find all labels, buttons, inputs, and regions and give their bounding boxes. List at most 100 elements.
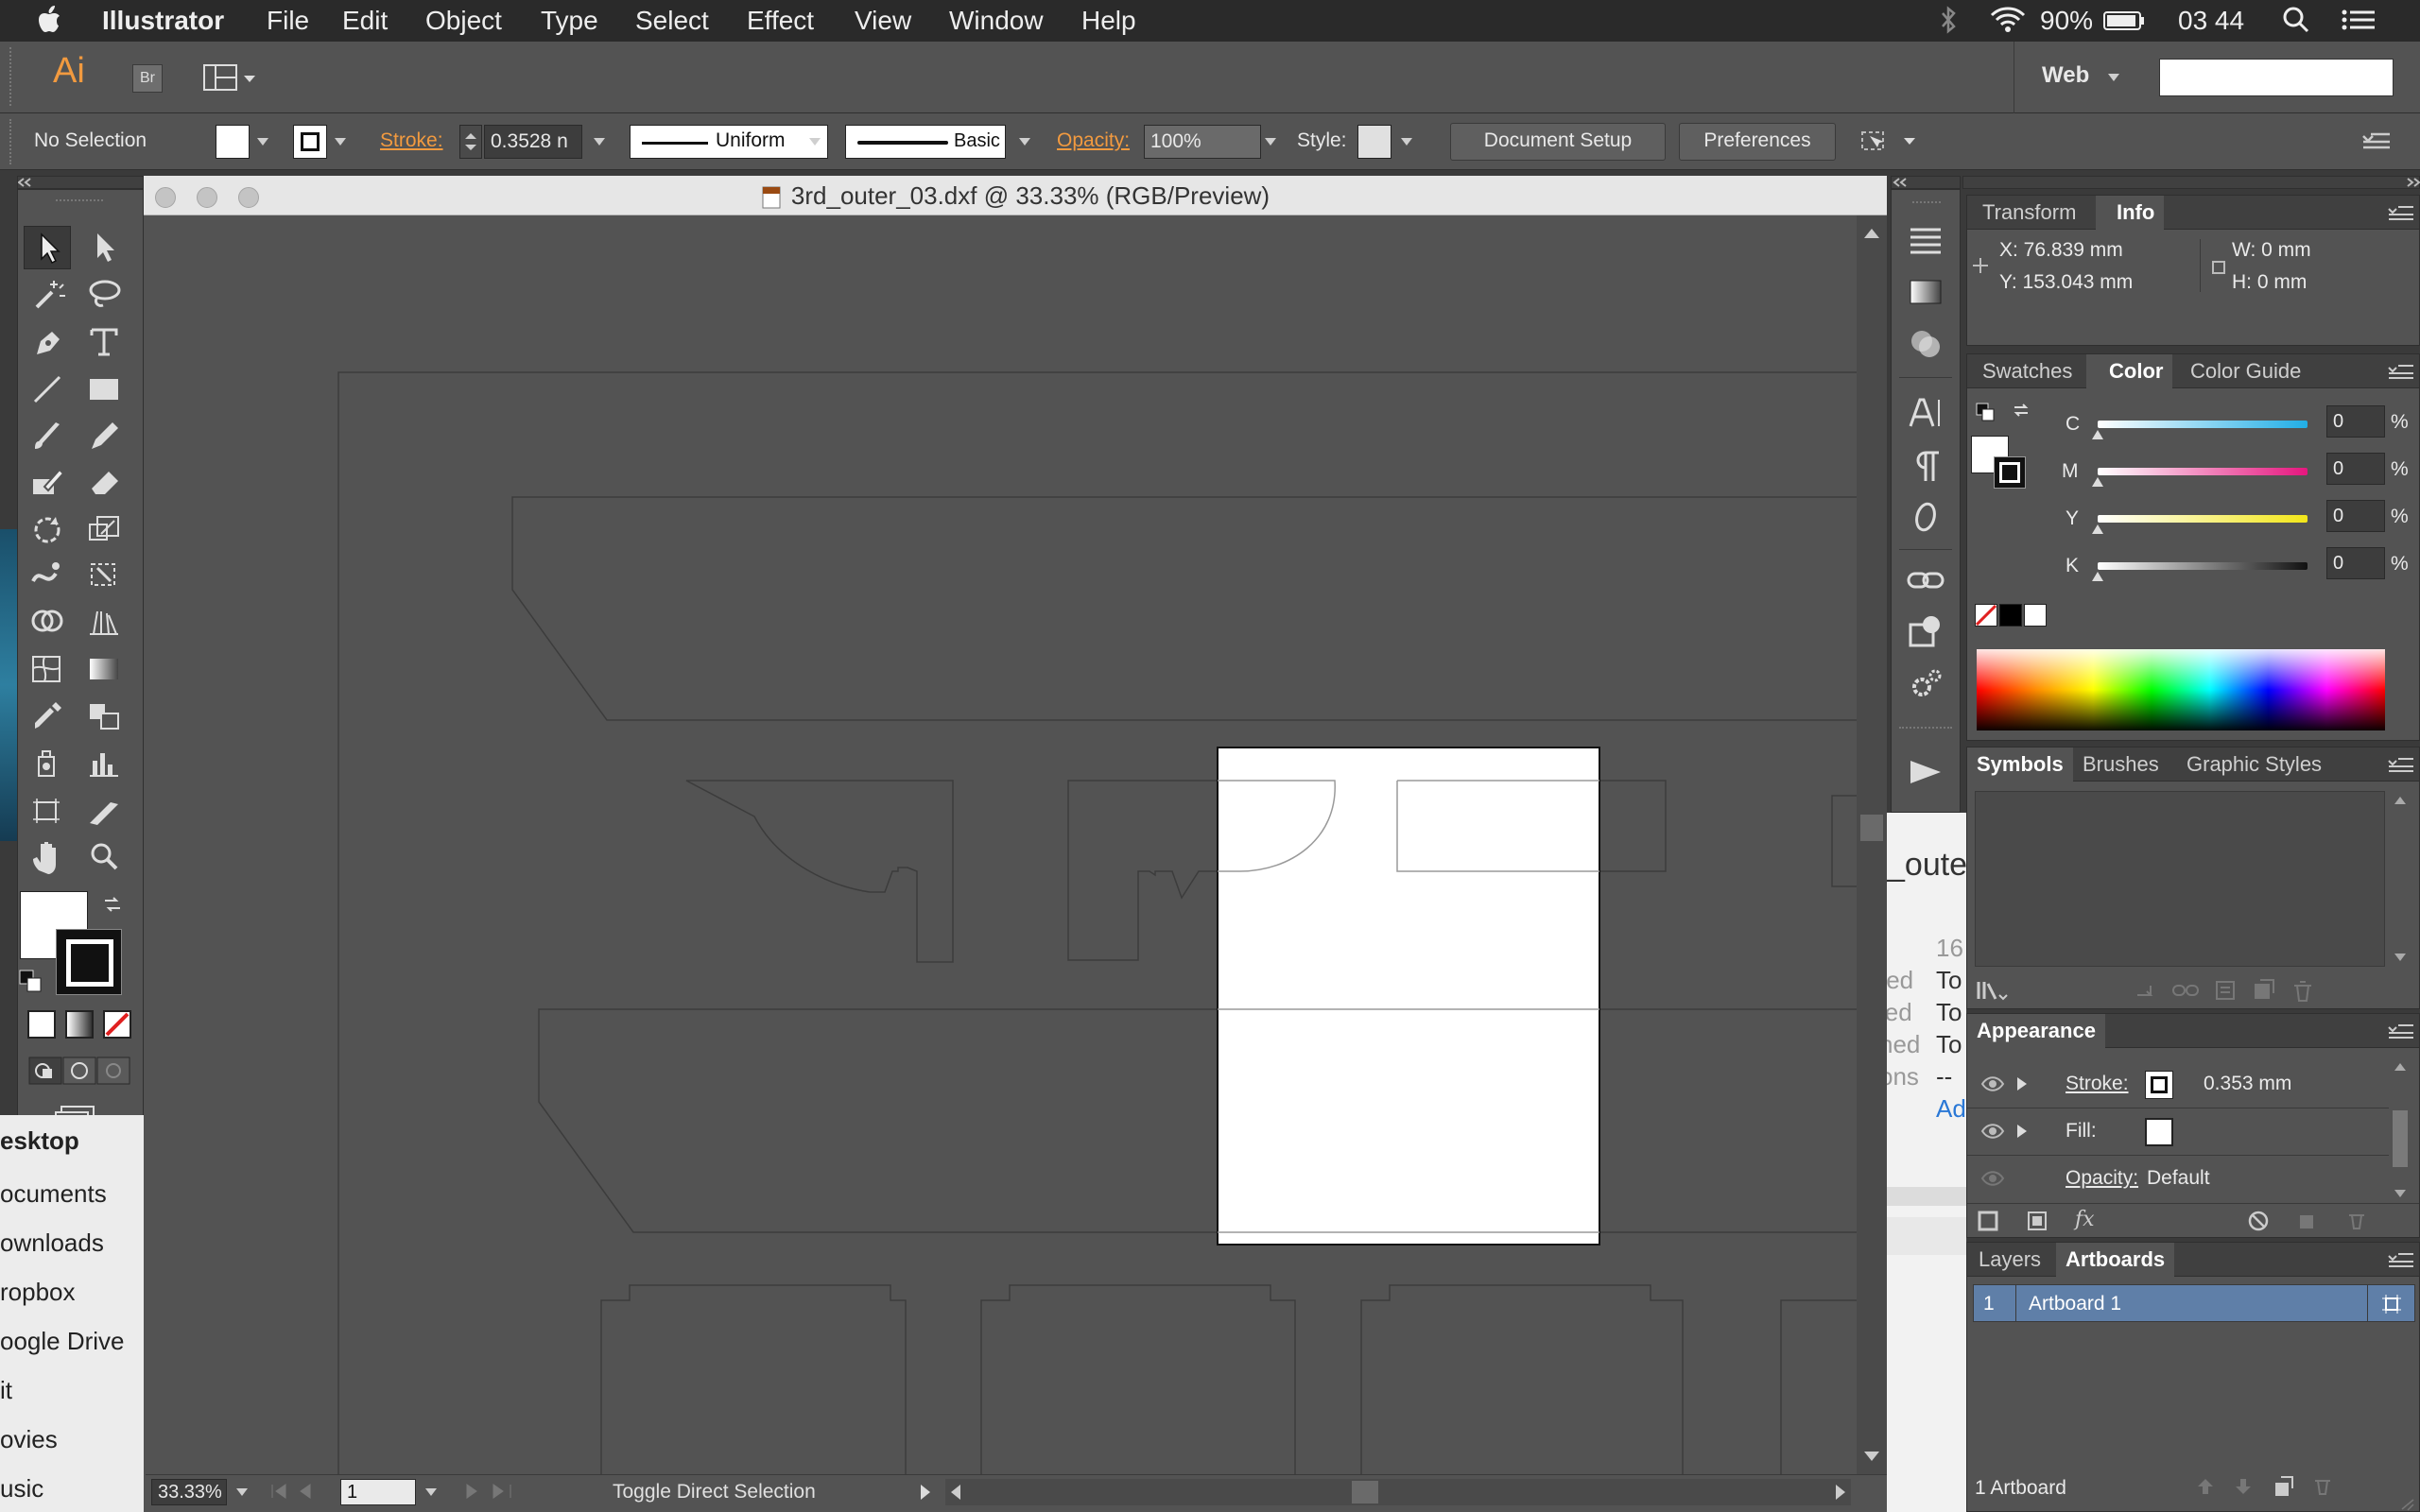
artboard-number-input[interactable]: 1 [340,1479,416,1505]
symbol-sprayer-tool-icon[interactable] [24,742,71,785]
appearance-fill-swatch[interactable] [2145,1118,2173,1146]
zoom-window-button[interactable] [238,187,259,208]
menu-view[interactable]: View [855,6,911,36]
panel-menu-icon[interactable] [2387,362,2415,381]
status-menu-icon[interactable] [919,1483,932,1502]
menu-select[interactable]: Select [635,6,709,36]
horizontal-scrollbar[interactable] [945,1479,1851,1505]
tab-symbols[interactable]: Symbols [1967,747,2073,782]
cyan-slider[interactable] [2098,421,2308,428]
new-artboard-icon[interactable] [2272,1475,2294,1498]
gradient-panel-icon[interactable] [1905,271,1946,313]
zoom-level-input[interactable]: 33.33% [151,1479,227,1505]
document-title-bar[interactable]: 3rd_outer_03.dxf @ 33.33% (RGB/Preview) [144,176,1887,215]
preferences-button[interactable]: Preferences [1679,123,1836,161]
direct-selection-tool-icon[interactable] [80,226,128,269]
close-window-button[interactable] [155,187,176,208]
finder-item-music[interactable]: usic [0,1474,43,1503]
menu-edit[interactable]: Edit [342,6,388,36]
white-swatch[interactable] [2024,604,2047,627]
finder-item-documents[interactable]: ocuments [0,1179,107,1209]
style-dropdown-icon[interactable] [1401,138,1412,146]
tools-panel-header[interactable] [17,176,144,189]
tab-transform[interactable]: Transform [1973,196,2085,230]
magenta-slider[interactable] [2098,468,2308,475]
finder-item-dropbox[interactable]: ropbox [0,1278,76,1307]
scale-tool-icon[interactable] [80,507,128,551]
dock-header[interactable] [1891,176,1961,189]
artboard-dropdown-icon[interactable] [425,1488,437,1496]
panel-menu-icon[interactable] [2387,755,2415,774]
slider-handle-icon[interactable] [2092,524,2103,534]
swap-colors-icon[interactable] [2011,400,2031,421]
clock[interactable]: 03 44 [2178,6,2244,36]
type-tool-icon[interactable] [80,320,128,364]
minimize-window-button[interactable] [197,187,217,208]
yellow-value-input[interactable]: 0 [2326,500,2385,532]
profile-dropdown-icon[interactable] [809,138,821,146]
tab-artboards[interactable]: Artboards [2056,1243,2175,1277]
bridge-button[interactable]: Br [132,64,163,93]
tab-color[interactable]: Color [2086,354,2173,388]
finder-item-desktop[interactable]: esktop [0,1126,79,1156]
zoom-tool-icon[interactable] [80,834,128,878]
right-dock-header[interactable] [1962,176,2420,189]
free-transform-tool-icon[interactable] [80,553,128,596]
pencil-tool-icon[interactable] [80,415,128,458]
magenta-value-input[interactable]: 0 [2326,453,2385,485]
app-menu[interactable]: Illustrator [102,6,224,36]
none-swatch-icon[interactable] [1975,604,1997,627]
panel-menu-icon[interactable] [2360,129,2392,155]
appearance-stroke-row[interactable]: Stroke: 0.353 mm [1967,1061,2389,1108]
arrange-documents-icon[interactable] [202,62,257,94]
appearance-fill-row[interactable]: Fill: [1967,1108,2389,1156]
artboard-options-icon[interactable] [2380,1293,2403,1315]
hand-tool-icon[interactable] [24,834,71,878]
gradient-mode-icon[interactable] [65,1010,94,1039]
finder-item-google-drive[interactable]: oogle Drive [0,1327,125,1356]
color-mode-icon[interactable] [27,1010,56,1039]
menu-window[interactable]: Window [949,6,1044,36]
appearance-stroke-label[interactable]: Stroke: [2066,1073,2129,1095]
asset-export-panel-icon[interactable] [1905,611,1946,653]
stroke-swatch[interactable] [293,125,327,159]
black-swatch[interactable] [1999,604,2022,627]
select-similar-icon[interactable] [1858,127,1915,157]
line-segment-tool-icon[interactable] [24,368,71,411]
gradient-tool-icon[interactable] [80,647,128,691]
slider-handle-icon[interactable] [2092,572,2103,581]
search-help-input[interactable] [2159,59,2394,96]
menu-type[interactable]: Type [541,6,598,36]
visibility-eye-icon[interactable] [1980,1122,2005,1141]
zoom-dropdown-icon[interactable] [236,1488,248,1496]
brush-dropdown-icon[interactable] [1019,138,1030,146]
mesh-tool-icon[interactable] [24,647,71,691]
workspace-switcher[interactable]: Web [2042,62,2089,89]
tab-color-guide[interactable]: Color Guide [2181,354,2310,388]
finder-link[interactable]: Ad [1936,1094,1966,1124]
yellow-slider[interactable] [2098,515,2308,523]
color-spectrum[interactable] [1977,649,2385,730]
warp-tool-icon[interactable] [24,553,71,596]
opacity-dropdown-icon[interactable] [1265,138,1276,146]
pen-tool-icon[interactable] [24,320,71,364]
stroke-panel-icon[interactable] [1905,218,1946,260]
perspective-grid-tool-icon[interactable] [80,600,128,644]
panel-menu-icon[interactable] [2387,203,2415,222]
tab-brushes[interactable]: Brushes [2073,747,2169,782]
symbols-list[interactable] [1975,791,2385,967]
first-artboard-icon[interactable] [267,1479,323,1503]
brush-definition[interactable]: Basic [845,125,1006,159]
panel-menu-icon[interactable] [2387,1250,2415,1269]
appearance-stroke-value[interactable]: 0.353 mm [2204,1073,2291,1095]
resize-grip-icon[interactable] [2394,1498,2415,1511]
add-stroke-icon[interactable] [1977,1210,1999,1232]
stroke-color-box[interactable] [56,929,122,995]
character-panel-icon[interactable] [1905,392,1946,434]
shaper-tool-icon[interactable] [24,460,71,504]
stroke-stepper[interactable] [459,125,482,159]
shape-builder-tool-icon[interactable] [24,600,71,644]
vertical-scrollbar[interactable] [1857,215,1887,1474]
slider-handle-icon[interactable] [2092,477,2103,487]
lasso-tool-icon[interactable] [80,273,128,317]
